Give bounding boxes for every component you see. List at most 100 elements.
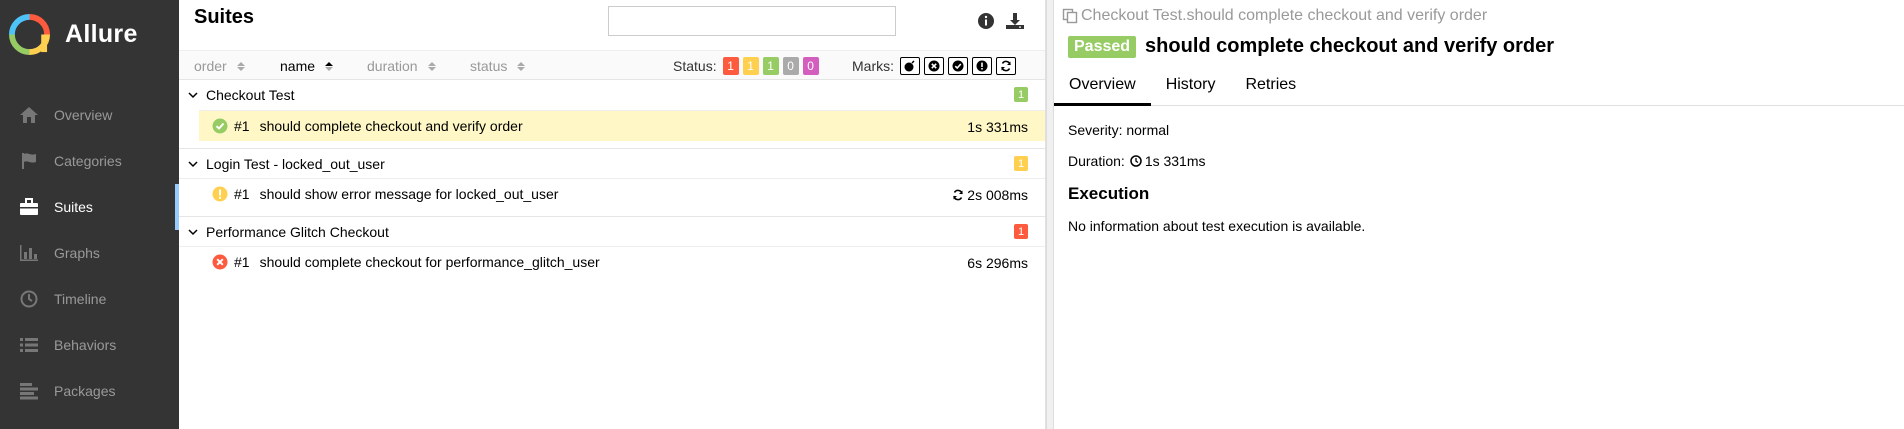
sort-by-name[interactable]: name xyxy=(280,58,334,74)
chevron-down-icon xyxy=(188,160,198,167)
sidebar-item-timeline[interactable]: Timeline xyxy=(0,276,179,322)
test-duration: 2s 008ms xyxy=(967,187,1028,203)
sort-by-order[interactable]: order xyxy=(194,58,245,74)
clock-icon xyxy=(1130,155,1142,167)
status-filter-broken[interactable]: 1 xyxy=(742,57,759,75)
pane-splitter[interactable] xyxy=(1046,0,1054,429)
tab-overview[interactable]: Overview xyxy=(1054,70,1151,106)
mark-retries-toggle[interactable] xyxy=(996,57,1016,75)
test-duration: 6s 296ms xyxy=(967,255,1028,271)
breadcrumb[interactable]: Checkout Test.should complete checkout a… xyxy=(1062,7,1487,25)
times-circle-icon xyxy=(928,60,940,72)
status-filter-label: Status: xyxy=(673,58,717,74)
test-duration: 1s 331ms xyxy=(967,119,1028,135)
sort-arrows-icon xyxy=(236,61,245,71)
sidebar-item-label: Timeline xyxy=(54,291,107,307)
sort-arrows-icon xyxy=(325,61,334,71)
failed-status-icon xyxy=(212,254,228,270)
chevron-down-icon xyxy=(188,228,198,235)
align-left-icon xyxy=(18,381,40,401)
tab-history[interactable]: History xyxy=(1151,70,1231,106)
test-name: should complete checkout and verify orde… xyxy=(259,118,523,134)
suite-count-badge: 1 xyxy=(1014,87,1028,102)
allure-report-app: Allure Overview Categories Suites Graphs… xyxy=(0,0,1904,429)
test-details-panel: Checkout Test.should complete checkout a… xyxy=(1054,0,1904,429)
test-row[interactable]: #1 should show error message for locked_… xyxy=(179,178,1045,209)
sidebar-item-overview[interactable]: Overview xyxy=(0,92,179,138)
copy-icon xyxy=(1062,8,1078,24)
mark-new-passed-toggle[interactable] xyxy=(948,57,968,75)
severity-line: Severity: normal xyxy=(1068,122,1170,138)
sort-by-duration[interactable]: duration xyxy=(367,58,436,74)
execution-text: No information about test execution is a… xyxy=(1068,218,1366,234)
suite-group-name: Login Test - locked_out_user xyxy=(206,155,385,172)
suites-header: Suites xyxy=(179,0,1045,50)
retry-icon xyxy=(953,189,964,201)
marks-label: Marks: xyxy=(852,58,894,74)
list-icon xyxy=(18,335,40,355)
mark-new-failed-toggle[interactable] xyxy=(924,57,944,75)
breadcrumb-text: Checkout Test.should complete checkout a… xyxy=(1081,7,1488,24)
duration-value: 1s 331ms xyxy=(1144,153,1206,169)
brand-name: Allure xyxy=(65,19,138,48)
execution-heading: Execution xyxy=(1068,184,1150,203)
suite-group-name: Performance Glitch Checkout xyxy=(206,223,389,240)
bomb-icon xyxy=(904,60,915,72)
suite-group-checkout-test[interactable]: Checkout Test 1 xyxy=(179,80,1045,110)
download-icon[interactable] xyxy=(1004,10,1026,32)
sidebar-item-label: Behaviors xyxy=(54,337,117,353)
sort-arrows-icon xyxy=(517,61,526,71)
test-number: #1 xyxy=(234,118,250,134)
sidebar-item-categories[interactable]: Categories xyxy=(0,138,179,184)
allure-logo xyxy=(9,13,50,55)
test-title: should complete checkout and verify orde… xyxy=(1145,35,1555,57)
sidebar-item-behaviors[interactable]: Behaviors xyxy=(0,322,179,368)
suite-group-login-test[interactable]: Login Test - locked_out_user 1 xyxy=(179,148,1045,178)
test-row[interactable]: #1 should complete checkout for performa… xyxy=(179,246,1045,277)
duration-label: Duration: xyxy=(1068,153,1125,169)
chevron-down-icon xyxy=(188,92,198,99)
test-row[interactable]: #1 should complete checkout and verify o… xyxy=(199,110,1045,141)
sidebar-item-label: Suites xyxy=(54,199,93,215)
exclamation-circle-icon xyxy=(976,60,988,72)
clock-icon xyxy=(18,289,40,309)
suites-panel: Suites order name duration status Status… xyxy=(179,0,1046,429)
sort-by-status[interactable]: status xyxy=(470,58,526,74)
status-filter: Status: 1 1 1 0 0 xyxy=(673,57,819,75)
status-filter-failed[interactable]: 1 xyxy=(722,57,739,75)
suite-count-badge: 1 xyxy=(1014,224,1028,239)
check-circle-icon xyxy=(952,60,964,72)
mark-flaky-toggle[interactable] xyxy=(900,57,920,75)
test-duration-wrap: 2s 008ms xyxy=(952,187,1028,203)
tab-retries[interactable]: Retries xyxy=(1230,70,1311,106)
sort-label: status xyxy=(470,58,508,74)
suite-group-performance-glitch[interactable]: Performance Glitch Checkout 1 xyxy=(179,216,1045,246)
status-badge: Passed xyxy=(1068,35,1137,58)
status-filter-passed[interactable]: 1 xyxy=(762,57,779,75)
sidebar-item-packages[interactable]: Packages xyxy=(0,368,179,414)
sidebar-item-label: Graphs xyxy=(54,245,100,261)
sidebar-item-label: Overview xyxy=(54,107,113,123)
sort-arrows-icon xyxy=(427,61,436,71)
suite-group-name: Checkout Test xyxy=(206,87,295,103)
test-number: #1 xyxy=(234,186,250,202)
sort-bar: order name duration status Status: 1 1 1… xyxy=(179,50,1045,80)
broken-status-icon xyxy=(212,186,228,202)
test-title-line: Passed should complete checkout and veri… xyxy=(1068,35,1554,58)
sidebar-nav: Overview Categories Suites Graphs Timeli… xyxy=(0,92,179,414)
sidebar-item-suites[interactable]: Suites xyxy=(0,184,179,230)
sidebar-item-graphs[interactable]: Graphs xyxy=(0,230,179,276)
status-filter-skipped[interactable]: 0 xyxy=(782,57,799,75)
briefcase-icon xyxy=(18,197,40,217)
info-icon[interactable] xyxy=(975,10,997,32)
brand[interactable]: Allure xyxy=(0,0,179,68)
home-icon xyxy=(18,105,40,125)
sidebar: Allure Overview Categories Suites Graphs… xyxy=(0,0,179,429)
status-filter-unknown[interactable]: 0 xyxy=(802,57,819,75)
bar-chart-icon xyxy=(18,243,40,263)
search-input[interactable] xyxy=(608,6,896,36)
details-tabs: Overview History Retries xyxy=(1054,70,1904,106)
mark-new-broken-toggle[interactable] xyxy=(972,57,992,75)
marks-filter: Marks: xyxy=(852,57,1016,75)
overview-content: Severity: normal Duration: 1s 331ms Exec… xyxy=(1068,122,1365,234)
